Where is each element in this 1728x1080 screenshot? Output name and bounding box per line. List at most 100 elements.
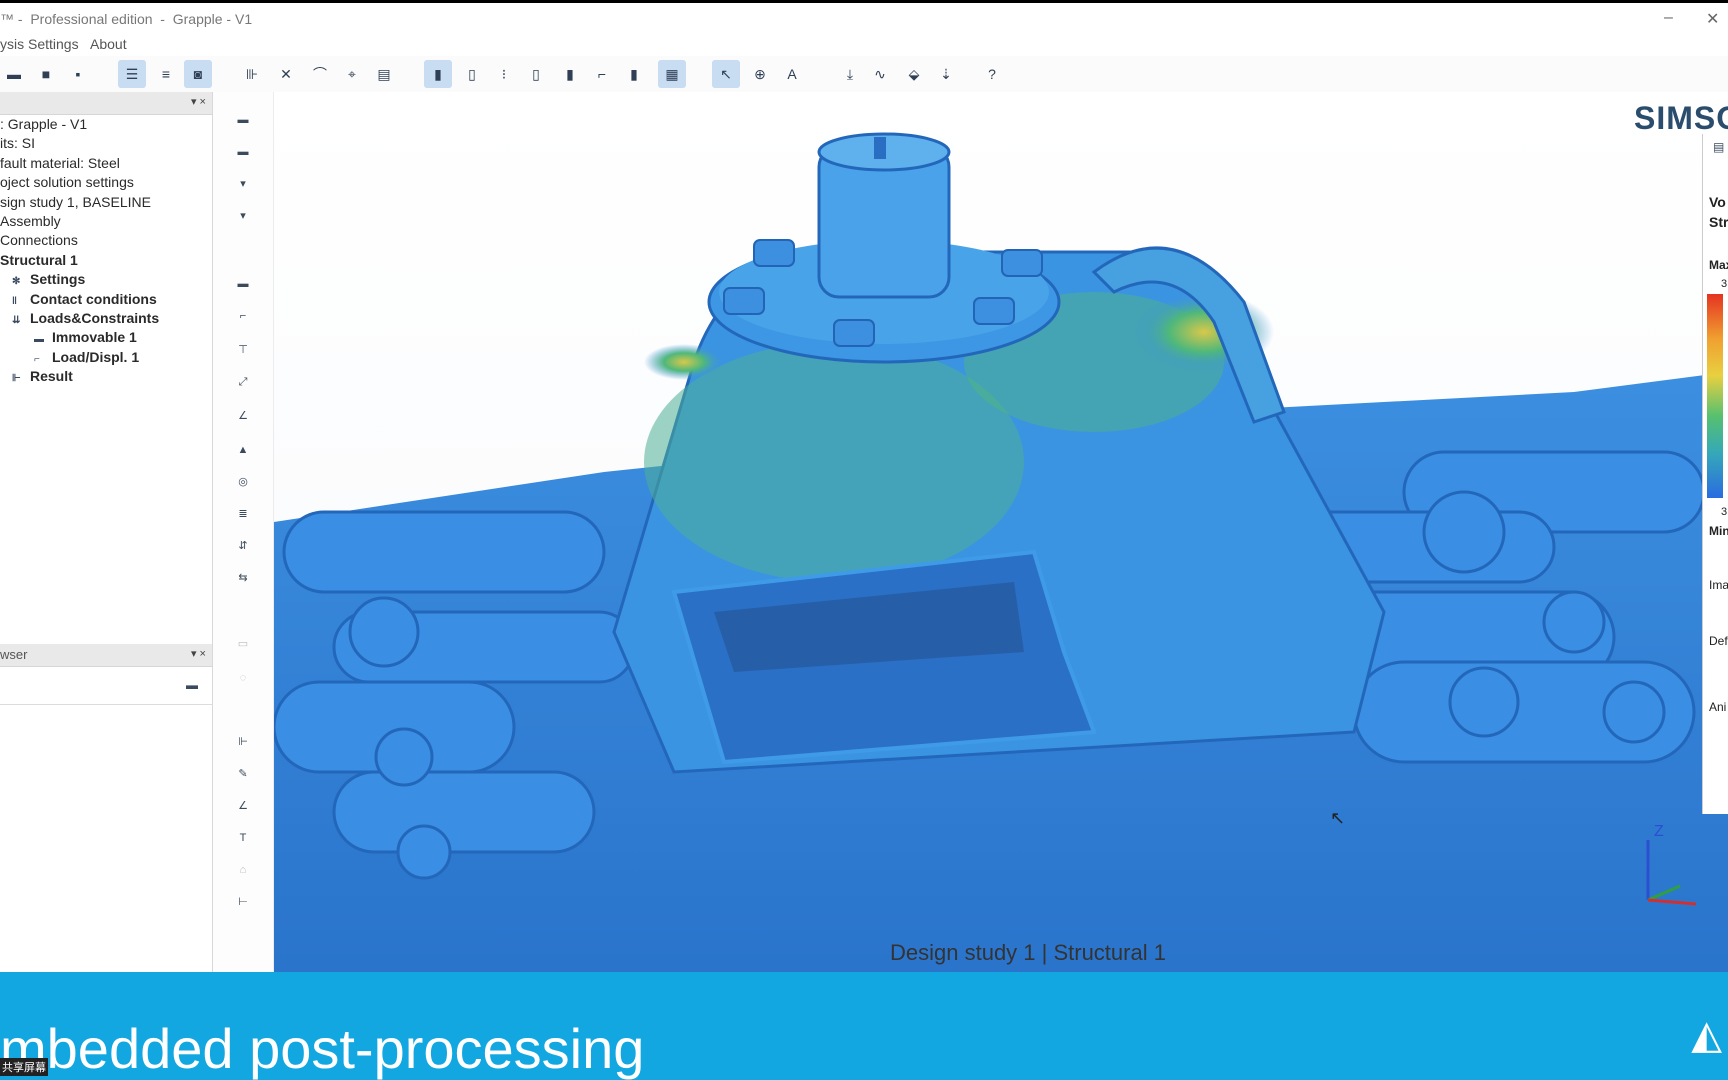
rod-icon[interactable]: ⌐ (588, 60, 616, 88)
grid-view-icon[interactable]: ◙ (184, 60, 212, 88)
gear-icon: ✻ (12, 276, 21, 288)
menu-settings[interactable]: Settings (28, 36, 79, 52)
vt-tool-6-icon[interactable]: ⌐ (235, 308, 251, 324)
folder-open-icon[interactable]: ▬ (0, 60, 28, 88)
browser-title: wser (0, 647, 28, 662)
boundary-icon[interactable]: ▮ (424, 60, 452, 88)
legend-max-value: 3 (1721, 278, 1728, 290)
tree-item[interactable]: Structural 1 (0, 252, 78, 268)
tree-item[interactable]: Assembly (0, 213, 61, 229)
viewport-3d[interactable] (274, 92, 1728, 972)
tree-item-label: sign study 1, BASELINE (0, 193, 151, 210)
bottom-banner: mbedded post-processing 共享屏幕 ◭ (0, 972, 1728, 1080)
stress-model[interactable] (274, 92, 1728, 972)
tree-item[interactable]: : Grapple - V1 (0, 116, 87, 132)
vt-tool-4-icon[interactable]: ▾ (235, 208, 251, 224)
joint-icon[interactable]: ⁝ (490, 60, 518, 88)
displacement-icon[interactable]: ⇣ (932, 60, 960, 88)
vt-tool-7-icon[interactable]: ⊤ (235, 342, 251, 358)
vt-tool-22-icon[interactable]: ⊢ (235, 894, 251, 910)
vt-tool-2-icon[interactable]: ▬ (235, 144, 251, 160)
tree-item[interactable]: oject solution settings (0, 174, 134, 190)
legend-title-2: Stre (1709, 214, 1728, 230)
legend-animation-label: Ani (1709, 700, 1727, 714)
help-icon[interactable]: ? (978, 60, 1006, 88)
save-icon[interactable]: ▪ (64, 60, 92, 88)
loads-icon: ⇊ (12, 315, 21, 326)
wave-icon[interactable]: ∿ (866, 60, 894, 88)
text-icon[interactable]: A (778, 60, 806, 88)
vt-tool-10-icon[interactable]: ▲ (235, 442, 251, 458)
minimize-button[interactable]: – (1664, 9, 1673, 27)
vt-tool-13-icon[interactable]: ⇵ (235, 538, 251, 554)
contact-icon[interactable]: ▮ (556, 60, 584, 88)
pin-icon[interactable]: ▾ × (191, 647, 206, 660)
tree-item-label: Result (30, 368, 73, 385)
cursor-select-icon[interactable]: ↖ (712, 60, 740, 88)
vt-tool-17-icon[interactable]: ⊩ (235, 734, 251, 750)
vt-tool-1-icon[interactable]: ▬ (235, 112, 251, 128)
close-geometry-icon[interactable]: ✕ (272, 60, 300, 88)
legend-min-value: 3 (1721, 506, 1728, 518)
vt-tool-11-icon[interactable]: ◎ (235, 474, 251, 490)
legend-image-label: Ima (1709, 578, 1728, 592)
immovable-icon: ▬ (34, 334, 44, 346)
menu-analysis[interactable]: ysis (0, 36, 24, 52)
vertical-toolbar: ▬ ▬ ▾ ▾ ▬ ⌐ ⊤ ⤢ ∠ ▲ ◎ ≣ ⇵ ⇆ ▭ ◌ ⊩ ✎ ∠ T … (213, 92, 274, 972)
list-view-icon[interactable]: ≡ (152, 60, 180, 88)
force-icon[interactable]: ⬙ (900, 60, 928, 88)
align-icon[interactable]: ⌖ (338, 60, 366, 88)
report-icon[interactable]: ▤ (370, 60, 398, 88)
tree-item[interactable]: ⊩ Result (12, 368, 73, 384)
z-axis-label: Z (1654, 823, 1664, 840)
legend-tool-icon[interactable]: ▤ (1713, 140, 1724, 154)
vt-tool-8-icon[interactable]: ⤢ (235, 374, 251, 390)
tree-item[interactable]: fault material: Steel (0, 155, 120, 171)
banner-logo-icon: ◭ (1691, 1013, 1722, 1057)
tree-item[interactable]: sign study 1, BASELINE (0, 194, 151, 210)
browser-header: wser ▾ × (0, 644, 212, 667)
tree-item[interactable]: ⇊ Loads&Constraints (12, 310, 159, 326)
vt-tool-15-icon[interactable]: ▭ (235, 636, 251, 652)
pin-icon[interactable]: ▾ × (191, 95, 206, 108)
title-bar: ™ - Professional edition - Grapple - V1 … (0, 0, 1728, 34)
vt-tool-18-icon[interactable]: ✎ (235, 766, 251, 782)
tree-view-icon[interactable]: ☰ (118, 60, 146, 88)
vt-tool-21-icon[interactable]: ⌂ (235, 862, 251, 878)
tree-item[interactable]: its: SI (0, 135, 35, 151)
measure-icon[interactable]: ⌒ (306, 60, 334, 88)
vt-tool-3-icon[interactable]: ▾ (235, 176, 251, 192)
hinge-icon[interactable]: ▯ (522, 60, 550, 88)
tree-item[interactable]: ⌐ Load/Displ. 1 (34, 349, 139, 365)
vt-tool-14-icon[interactable]: ⇆ (235, 570, 251, 586)
legend-panel: ▤ Vo Stre Max 3 3 Min Ima Def Ani (1702, 134, 1728, 814)
import-icon[interactable]: ⊪ (238, 60, 266, 88)
legend-max-label: Max (1709, 258, 1728, 272)
vt-tool-20-icon[interactable]: T (235, 830, 251, 846)
constraint-icon[interactable]: ▯ (458, 60, 486, 88)
tree-item[interactable]: ✻ Settings (12, 271, 85, 287)
left-panel: ▾ × : Grapple - V1 its: SI fault material:… (0, 92, 213, 972)
vt-tool-12-icon[interactable]: ≣ (235, 506, 251, 522)
tree-item[interactable]: Connections (0, 232, 78, 248)
mouse-cursor-icon: ↖ (1330, 808, 1346, 828)
browser-divider (0, 704, 212, 705)
tree-item-label: Loads&Constraints (30, 310, 160, 326)
browser-icon[interactable]: ▬ (186, 678, 198, 692)
solid-icon[interactable]: ▦ (658, 60, 686, 88)
tree-item-label: Structural 1 (0, 251, 78, 268)
vt-tool-16-icon[interactable]: ◌ (235, 670, 251, 686)
close-button[interactable]: ✕ (1706, 9, 1719, 29)
menu-about[interactable]: About (90, 36, 127, 52)
tree-item-label: Immovable 1 (52, 329, 137, 346)
vt-tool-5-icon[interactable]: ▬ (235, 276, 251, 292)
node-icon[interactable]: ⊕ (746, 60, 774, 88)
load-icon[interactable]: ⤓ (836, 60, 864, 88)
share-screen-tag: 共享屏幕 (0, 1058, 48, 1076)
tree-item[interactable]: ▬ Immovable 1 (34, 329, 137, 345)
tree-item[interactable]: ‖ Contact conditions (12, 291, 157, 307)
folder-icon[interactable]: ■ (32, 60, 60, 88)
vt-tool-19-icon[interactable]: ∠ (235, 798, 251, 814)
vt-tool-9-icon[interactable]: ∠ (235, 408, 251, 424)
spring-icon[interactable]: ▮ (620, 60, 648, 88)
